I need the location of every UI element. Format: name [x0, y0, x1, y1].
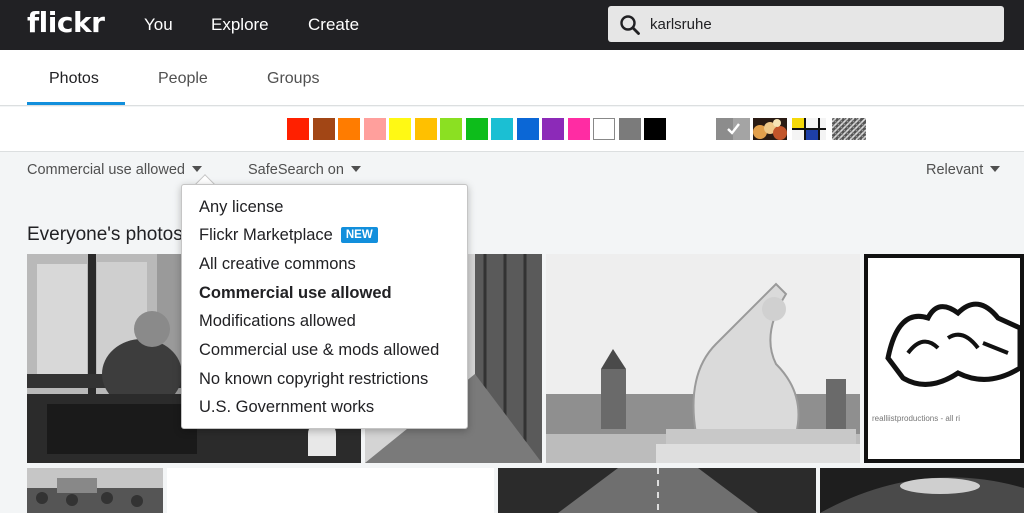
- safesearch-filter-label: SafeSearch on: [248, 162, 344, 178]
- color-swatch-brown[interactable]: [312, 118, 335, 140]
- tab-groups[interactable]: Groups: [267, 70, 319, 88]
- license-option-modifications-allowed[interactable]: Modifications allowed: [199, 312, 356, 331]
- top-navigation-bar: flickr You Explore Create: [0, 0, 1024, 50]
- black-and-white-style-swatch[interactable]: [716, 118, 750, 140]
- minimalist-style-swatch[interactable]: [792, 118, 826, 140]
- sort-label: Relevant: [926, 162, 984, 178]
- color-swatch-blue[interactable]: [516, 118, 539, 140]
- patterns-style-swatch[interactable]: [832, 118, 866, 140]
- chevron-down-icon: [350, 166, 361, 172]
- nav-you[interactable]: You: [144, 15, 173, 35]
- photo-tunnel[interactable]: [820, 468, 1024, 513]
- license-option-commercial-use-and-mods[interactable]: Commercial use & mods allowed: [199, 341, 439, 360]
- flickr-logo[interactable]: flickr: [27, 6, 105, 39]
- sort-dropdown[interactable]: Relevant: [926, 162, 1001, 178]
- tab-people[interactable]: People: [158, 70, 208, 88]
- license-option-any-license[interactable]: Any license: [199, 198, 283, 217]
- color-swatch-red[interactable]: [287, 118, 309, 140]
- chevron-down-icon: [191, 166, 202, 172]
- color-swatch-lime[interactable]: [440, 118, 462, 140]
- color-swatch-yellow[interactable]: [389, 118, 411, 140]
- color-swatch-gold[interactable]: [414, 118, 437, 140]
- chevron-down-icon: [990, 166, 1001, 172]
- photo-watermark: realliistproductions - all ri: [872, 414, 961, 423]
- license-dropdown-menu: Any license Flickr Marketplace NEW All cr…: [181, 184, 468, 429]
- color-swatch-magenta[interactable]: [567, 118, 590, 140]
- safesearch-filter-dropdown[interactable]: SafeSearch on: [248, 162, 361, 178]
- color-swatch-white[interactable]: [593, 118, 615, 140]
- license-option-us-government-works[interactable]: U.S. Government works: [199, 398, 374, 417]
- color-filter-bar: [0, 107, 1024, 152]
- license-option-no-known-copyright[interactable]: No known copyright restrictions: [199, 370, 428, 389]
- color-swatch-purple[interactable]: [542, 118, 564, 140]
- color-swatch-cyan[interactable]: [491, 118, 513, 140]
- active-tab-indicator: [27, 102, 125, 105]
- license-option-label: Flickr Marketplace: [199, 226, 333, 244]
- photo-road[interactable]: [498, 468, 816, 513]
- shallow-depth-of-field-style-swatch[interactable]: [753, 118, 787, 140]
- color-swatch-black[interactable]: [644, 118, 666, 140]
- photo-graffiti[interactable]: realliistproductions - all ri: [864, 254, 1024, 463]
- nav-explore[interactable]: Explore: [211, 15, 269, 35]
- search-icon[interactable]: [619, 14, 641, 36]
- license-option-flickr-marketplace[interactable]: Flickr Marketplace NEW: [199, 226, 378, 245]
- license-filter-label: Commercial use allowed: [27, 162, 185, 178]
- tab-photos[interactable]: Photos: [49, 70, 99, 88]
- section-heading: Everyone's photos: [27, 224, 183, 245]
- photo-white[interactable]: [167, 468, 494, 513]
- search-box: [608, 6, 1004, 42]
- color-swatch-gray[interactable]: [618, 118, 641, 140]
- search-tabs: Photos People Groups: [0, 50, 1024, 106]
- color-swatch-pink[interactable]: [363, 118, 386, 140]
- license-filter-dropdown[interactable]: Commercial use allowed: [27, 162, 202, 178]
- color-swatch-green[interactable]: [465, 118, 488, 140]
- new-badge: NEW: [340, 227, 378, 243]
- license-option-commercial-use-allowed[interactable]: Commercial use allowed: [199, 284, 392, 303]
- license-option-all-creative-commons[interactable]: All creative commons: [199, 255, 356, 274]
- nav-create[interactable]: Create: [308, 15, 359, 35]
- search-input[interactable]: [650, 6, 990, 42]
- photo-castle-statue[interactable]: [546, 254, 860, 463]
- photo-crowd[interactable]: [27, 468, 163, 513]
- color-swatch-orange[interactable]: [338, 118, 360, 140]
